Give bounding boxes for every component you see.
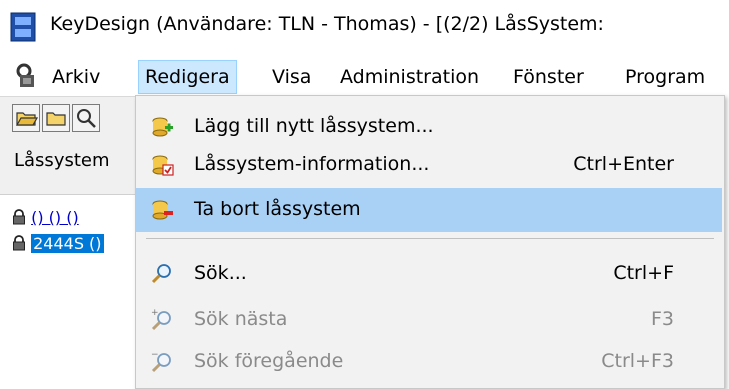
keydesign-app-icon bbox=[10, 12, 36, 42]
menu-administration[interactable]: Administration bbox=[340, 62, 479, 92]
menu-item-label: Sök nästa bbox=[194, 308, 288, 330]
tree-item-label: () () () bbox=[31, 208, 79, 227]
lock-icon bbox=[13, 235, 25, 251]
search-next-icon: + bbox=[151, 308, 171, 331]
tree-item-selected[interactable]: 2444S () bbox=[12, 234, 104, 254]
menu-item-shortcut: Ctrl+F3 bbox=[601, 350, 674, 372]
open-folder-icon bbox=[15, 112, 39, 126]
menu-item-label: Ta bort låssystem bbox=[194, 198, 361, 220]
menu-item-search[interactable]: Sök... Ctrl+F bbox=[136, 252, 722, 296]
menu-fonster[interactable]: Fönster bbox=[513, 62, 584, 92]
window-title: KeyDesign (Användare: TLN - Thomas) - [(… bbox=[50, 13, 604, 35]
add-database-icon bbox=[152, 117, 173, 137]
menu-item-delete-lock-system[interactable]: Ta bort låssystem bbox=[136, 188, 722, 232]
search-icon bbox=[151, 264, 171, 284]
menu-item-shortcut: Ctrl+Enter bbox=[573, 153, 674, 175]
menu-separator bbox=[146, 238, 714, 239]
menu-item-shortcut: Ctrl+F bbox=[613, 262, 674, 284]
folder-button[interactable] bbox=[42, 104, 70, 132]
delete-database-icon bbox=[152, 200, 173, 220]
svg-text:−: − bbox=[151, 350, 159, 360]
search-icon bbox=[77, 109, 96, 128]
menu-item-search-next[interactable]: + Sök nästa F3 bbox=[136, 298, 722, 342]
column-header-lassystem[interactable]: Låssystem bbox=[14, 150, 110, 171]
tree-item[interactable]: () () () bbox=[12, 208, 79, 228]
menu-item-shortcut: F3 bbox=[650, 308, 674, 330]
search-button[interactable] bbox=[72, 104, 100, 132]
search-previous-icon: − bbox=[151, 350, 171, 373]
menu-program[interactable]: Program bbox=[625, 62, 705, 92]
menu-item-lock-system-info[interactable]: Låssystem-information... Ctrl+Enter bbox=[136, 143, 722, 187]
menu-arkiv[interactable]: Arkiv bbox=[52, 62, 100, 92]
menu-visa[interactable]: Visa bbox=[272, 62, 311, 92]
open-folder-button[interactable] bbox=[12, 104, 40, 132]
menu-redigera[interactable]: Redigera bbox=[138, 60, 237, 94]
menu-item-label: Sök... bbox=[194, 262, 247, 284]
menu-item-search-previous[interactable]: − Sök föregående Ctrl+F3 bbox=[136, 340, 722, 384]
lock-icon bbox=[13, 209, 25, 225]
keys-icon[interactable] bbox=[14, 62, 40, 90]
folder-icon bbox=[46, 112, 66, 126]
database-info-icon bbox=[152, 155, 174, 176]
menu-item-label: Sök föregående bbox=[194, 350, 344, 372]
menu-item-label: Lägg till nytt låssystem... bbox=[194, 115, 434, 137]
tree-item-label: 2444S () bbox=[31, 234, 104, 253]
menu-item-label: Låssystem-information... bbox=[194, 153, 430, 175]
svg-text:+: + bbox=[151, 308, 159, 318]
